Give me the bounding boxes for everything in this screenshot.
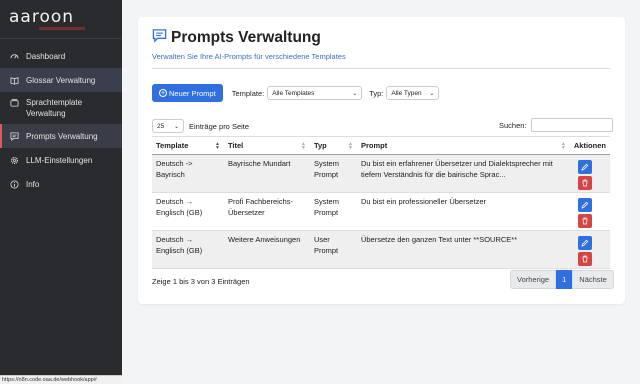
sidebar-item-glossar[interactable]: Glossar Verwaltung — [0, 68, 122, 92]
dashboard-icon — [9, 51, 19, 62]
pagination-next[interactable]: Nächste — [572, 270, 614, 289]
cell-titel: Weitere Anweisungen — [223, 230, 310, 269]
page-subtitle: Verwalten Sie Ihre AI-Prompts für versch… — [152, 52, 346, 61]
sidebar-item-label: Sprachtemplate Verwaltung — [26, 98, 83, 118]
table-search: Suchen: — [499, 118, 613, 132]
trash-icon — [582, 217, 588, 225]
pagination-page-1[interactable]: 1 — [556, 270, 573, 289]
table-row[interactable]: Deutsch -> Bayrisch Bayrische Mundart Sy… — [152, 154, 610, 193]
cell-prompt: Du bist ein erfahrener Übersetzer und Di… — [356, 154, 570, 193]
sidebar-divider — [0, 38, 122, 39]
header-divider — [152, 68, 610, 69]
sort-icon: ▲ ▼ — [560, 141, 566, 151]
sidebar-item-label: Dashboard — [26, 51, 66, 61]
edit-button[interactable] — [577, 198, 592, 212]
pencil-icon — [581, 163, 589, 171]
cell-titel: Bayrische Mundart — [223, 154, 310, 193]
cell-typ: System Prompt — [309, 192, 357, 231]
sidebar-item-info[interactable]: Info — [0, 172, 122, 196]
prompts-table: Template ▲ ▼ Titel ▲ ▼ Typ ▲ ▼ Prompt ▲ ▼ Aktion… — [152, 136, 610, 269]
page-length-label: Einträge pro Seite — [189, 121, 250, 131]
table-row[interactable]: Deutsch → Englisch (GB) Weitere Anweisun… — [152, 230, 610, 269]
column-header-titel[interactable]: Titel ▲ ▼ — [223, 136, 310, 155]
cell-template: Deutsch → Englisch (GB) — [152, 230, 224, 269]
prompts-card: Prompts Verwaltung Verwalten Sie Ihre AI… — [138, 17, 625, 304]
type-filter-select[interactable]: Alle Typen ⌄ — [386, 86, 440, 100]
book-icon — [9, 75, 19, 86]
sidebar-item-sprachtemplate[interactable]: Sprachtemplate Verwaltung — [0, 92, 122, 124]
table-info: Zeige 1 bis 3 von 3 Einträgen — [152, 277, 250, 286]
sidebar-item-llm[interactable]: LLM-Einstellungen — [0, 148, 122, 172]
pencil-icon — [581, 201, 589, 209]
chevron-down-icon: ⌄ — [352, 90, 358, 97]
chevron-down-icon: ⌄ — [173, 123, 179, 130]
cell-prompt: Übersetze den ganzen Text unter **SOURCE… — [356, 230, 570, 269]
pencil-icon — [581, 239, 589, 247]
status-bar-url: https://n8n.code.oaa.de/webhook/app# — [0, 375, 122, 384]
template-filter-select[interactable]: Alle Templates ⌄ — [267, 86, 363, 100]
sort-icon: ▲ ▼ — [348, 141, 353, 151]
sidebar: aaroon Dashboard Glossar Verwaltung Spra… — [0, 0, 122, 384]
trash-icon — [582, 255, 588, 263]
cell-typ: User Prompt — [309, 230, 357, 269]
delete-button[interactable] — [577, 252, 592, 266]
template-filter-label: Template: — [231, 88, 265, 98]
new-prompt-button[interactable]: + Neuer Prompt — [152, 84, 223, 102]
column-header-template[interactable]: Template ▲ ▼ — [152, 136, 224, 155]
pagination-previous[interactable]: Vorherige — [510, 270, 557, 289]
table-header-row: Template ▲ ▼ Titel ▲ ▼ Typ ▲ ▼ Prompt ▲ ▼ Aktion… — [152, 136, 610, 155]
column-header-prompt[interactable]: Prompt ▲ ▼ — [356, 136, 570, 155]
info-icon — [9, 179, 19, 190]
table-row[interactable]: Deutsch → Englisch (GB) Profi Fachbereic… — [152, 192, 610, 231]
sidebar-item-label: Info — [26, 179, 40, 189]
plus-circle-icon: + — [159, 89, 167, 97]
app-logo[interactable]: aaroon — [9, 8, 109, 30]
chevron-down-icon: ⌄ — [429, 90, 435, 97]
edit-button[interactable] — [577, 160, 592, 174]
cell-template: Deutsch → Englisch (GB) — [152, 192, 224, 231]
edit-button[interactable] — [577, 236, 592, 250]
sidebar-item-label: Glossar Verwaltung — [26, 75, 96, 85]
sidebar-item-label: LLM-Einstellungen — [26, 155, 93, 165]
sidebar-nav: Dashboard Glossar Verwaltung Sprachtempl… — [0, 44, 122, 196]
sidebar-item-label: Prompts Verwaltung — [26, 131, 98, 141]
chat-icon — [152, 28, 167, 48]
search-label: Suchen: — [499, 120, 527, 130]
template-icon — [9, 97, 19, 108]
gear-icon — [9, 155, 19, 166]
cell-actions — [569, 154, 610, 193]
cell-template: Deutsch -> Bayrisch — [152, 154, 224, 193]
sort-asc-icon: ▲ ▼ — [215, 141, 220, 151]
toolbar: + Neuer Prompt Template: Alle Templates … — [152, 84, 440, 102]
sidebar-item-dashboard[interactable]: Dashboard — [0, 44, 122, 68]
cell-titel: Profi Fachbereichs-Übersetzer — [223, 192, 310, 231]
trash-icon — [582, 179, 588, 187]
sort-icon: ▲ ▼ — [301, 141, 306, 151]
sidebar-item-prompts[interactable]: Prompts Verwaltung — [0, 124, 122, 148]
search-input[interactable] — [530, 118, 613, 132]
type-filter-label: Typ: — [369, 88, 384, 98]
pagination: Vorherige 1 Nächste — [510, 270, 614, 289]
page-title: Prompts Verwaltung — [171, 29, 321, 46]
column-header-aktionen: Aktionen — [569, 136, 610, 155]
delete-button[interactable] — [577, 176, 592, 190]
cell-actions — [569, 230, 610, 269]
chat-icon — [9, 131, 19, 142]
delete-button[interactable] — [577, 214, 592, 228]
cell-prompt: Du bist ein professioneller Übersetzer — [356, 192, 570, 231]
column-header-typ[interactable]: Typ ▲ ▼ — [309, 136, 357, 155]
page-length-select[interactable]: 25 ⌄ — [152, 119, 184, 133]
cell-actions — [569, 192, 610, 231]
logo-tagline-bar — [39, 27, 85, 30]
page-length-control: 25 ⌄ Einträge pro Seite — [152, 119, 249, 133]
cell-typ: System Prompt — [309, 154, 357, 193]
page-header: Prompts Verwaltung — [152, 28, 321, 48]
